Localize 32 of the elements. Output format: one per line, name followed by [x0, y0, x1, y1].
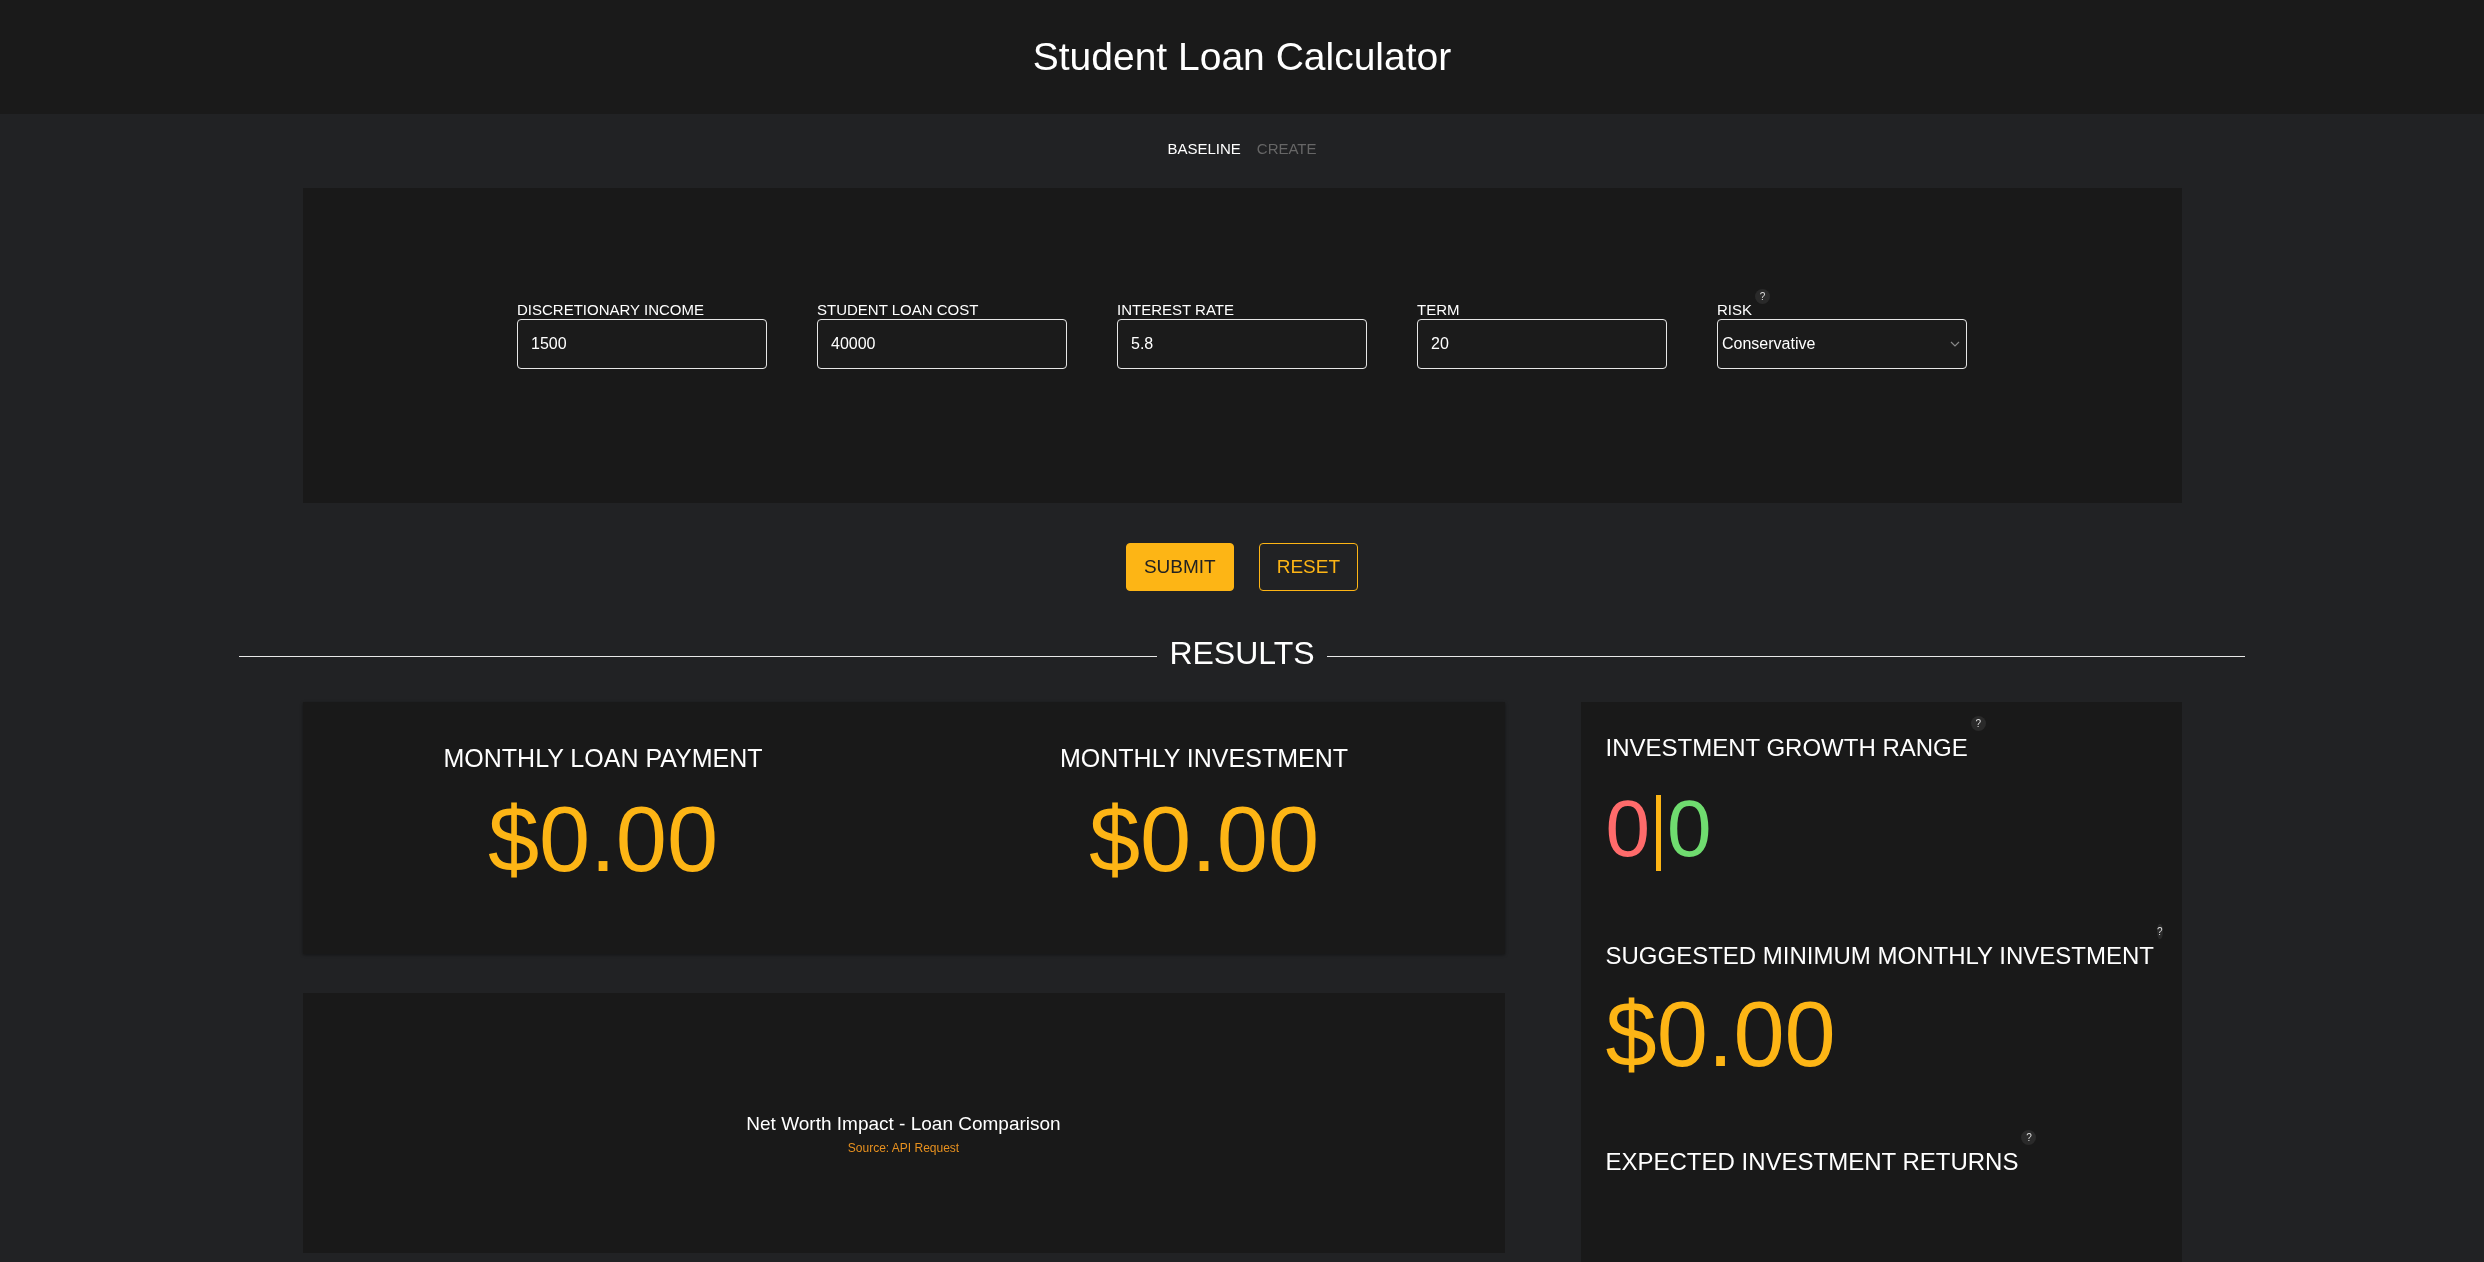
metric-label: MONTHLY LOAN PAYMENT — [443, 744, 763, 773]
metric-value: $0.00 — [487, 793, 719, 885]
chart-source: Source: API Request — [847, 1141, 960, 1155]
input-field[interactable]: 5.8 — [1117, 319, 1367, 370]
field-label: INTEREST RATE — [1117, 301, 1234, 320]
range-low-value: 0 — [1605, 789, 1650, 869]
field-label: DISCRETIONARY INCOME — [517, 301, 704, 320]
input-field[interactable]: 20 — [1417, 319, 1667, 370]
help-badge[interactable]: ? — [1755, 289, 1770, 305]
input-field[interactable]: 1500 — [517, 319, 767, 370]
range-high-value: 0 — [1667, 789, 1712, 869]
metric-label: MONTHLY INVESTMENT — [1060, 744, 1348, 773]
metric-label: SUGGESTED MINIMUM MONTHLY INVESTMENT — [1605, 942, 2154, 970]
field-label: STUDENT LOAN COST — [817, 301, 979, 320]
tab[interactable]: BASELINE — [1167, 140, 1241, 161]
select-field[interactable]: Conservative — [1717, 319, 1967, 370]
section-heading: RESULTS — [1169, 635, 1315, 672]
page-title: Student Loan Calculator — [1032, 35, 1452, 80]
input-field[interactable]: 40000 — [817, 319, 1067, 370]
metric-value: $0.00 — [1605, 988, 1837, 1080]
metric-label: EXPECTED INVESTMENT RETURNS — [1605, 1148, 2019, 1176]
field-label: RISK — [1717, 301, 1752, 320]
reset-button[interactable]: RESET — [1258, 543, 1359, 591]
chevron-down-icon — [1950, 341, 1960, 348]
help-badge[interactable]: ? — [2157, 924, 2163, 939]
metric-value: $0.00 — [1088, 793, 1320, 885]
field-label: TERM — [1417, 301, 1460, 320]
submit-button[interactable]: SUBMIT — [1125, 543, 1234, 591]
help-badge[interactable]: ? — [2021, 1130, 2037, 1145]
metric-label: INVESTMENT GROWTH RANGE — [1605, 734, 1968, 762]
help-badge[interactable]: ? — [1970, 716, 1986, 731]
chart-title: Net Worth Impact - Loan Comparison — [746, 1113, 1061, 1135]
